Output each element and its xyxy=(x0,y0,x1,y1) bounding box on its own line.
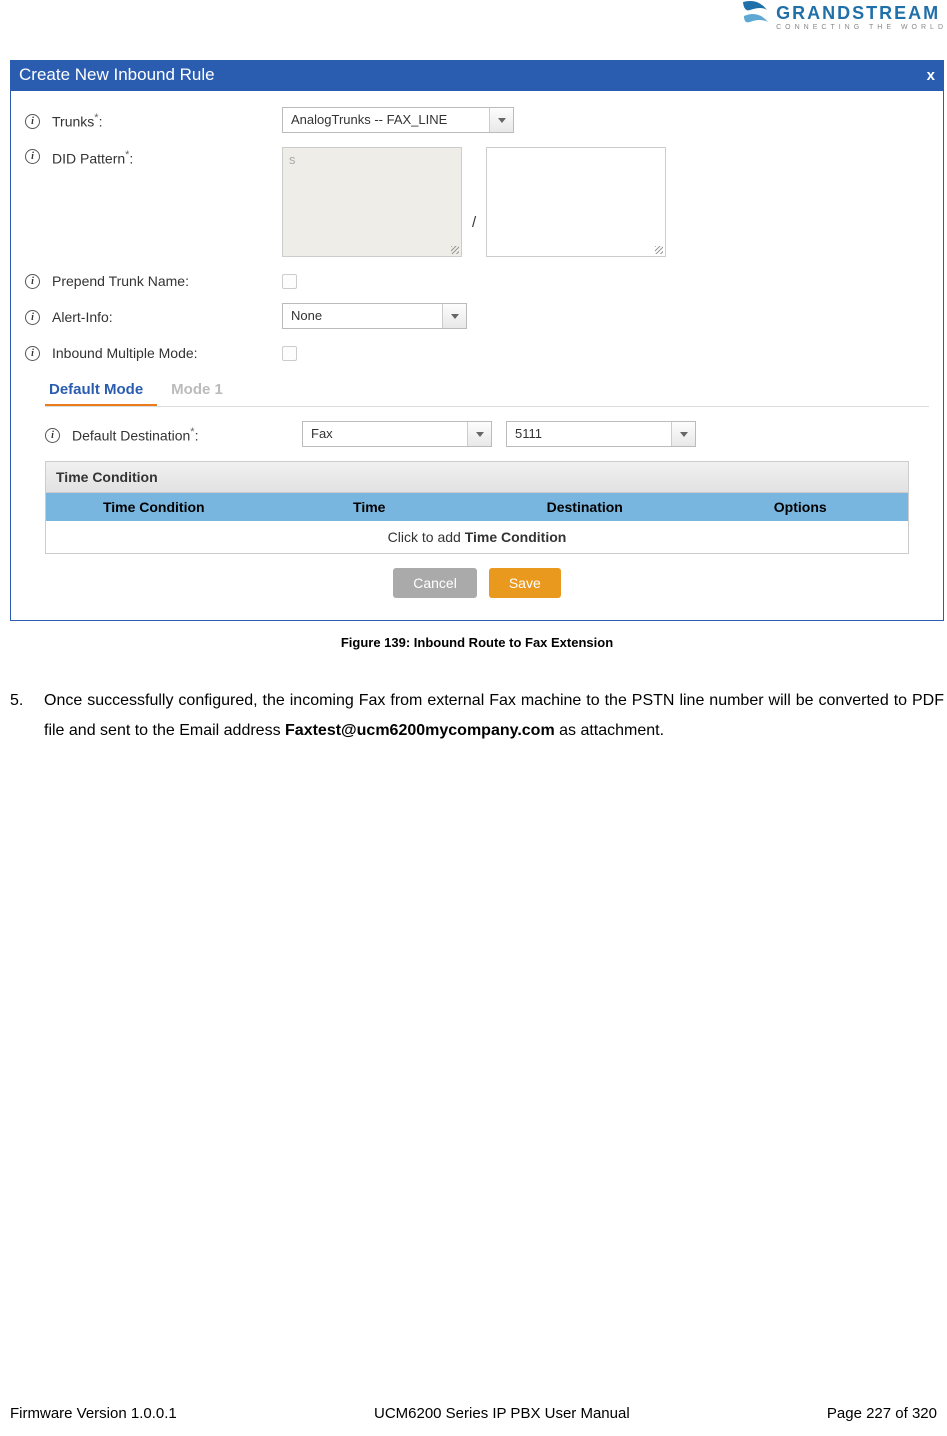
alert-info-select[interactable]: None xyxy=(282,303,467,329)
mode-tabs: Default Mode Mode 1 xyxy=(45,375,929,407)
info-icon[interactable]: i xyxy=(25,310,40,325)
step-5-paragraph: 5. Once successfully configured, the inc… xyxy=(10,686,944,745)
footer-firmware: Firmware Version 1.0.0.1 xyxy=(10,1405,177,1422)
destination-type-select[interactable]: Fax xyxy=(302,421,492,447)
col-time: Time xyxy=(262,499,478,515)
col-destination: Destination xyxy=(477,499,693,515)
time-condition-table: Time Condition Time Condition Time Desti… xyxy=(45,461,909,554)
info-icon[interactable]: i xyxy=(25,274,40,289)
multi-mode-checkbox[interactable] xyxy=(282,346,297,361)
alert-info-label: Alert-Info: xyxy=(52,307,282,325)
save-button[interactable]: Save xyxy=(489,568,561,598)
did-pattern-input-1[interactable]: s xyxy=(282,147,462,257)
resize-grip-icon[interactable] xyxy=(449,244,459,254)
figure-caption: Figure 139: Inbound Route to Fax Extensi… xyxy=(10,635,944,650)
chevron-down-icon xyxy=(671,422,695,446)
trunks-label: Trunks*: xyxy=(52,110,282,130)
did-pattern-label: DID Pattern*: xyxy=(52,147,282,167)
resize-grip-icon[interactable] xyxy=(653,244,663,254)
close-icon[interactable]: x xyxy=(927,67,935,84)
did-pattern-input-2[interactable] xyxy=(486,147,666,257)
create-inbound-rule-dialog: Create New Inbound Rule x i Trunks*: Ana… xyxy=(10,60,944,621)
time-condition-header: Time Condition xyxy=(46,462,908,493)
tab-mode-1[interactable]: Mode 1 xyxy=(167,375,237,406)
destination-number-select[interactable]: 5111 xyxy=(506,421,696,447)
trunks-select[interactable]: AnalogTrunks -- FAX_LINE xyxy=(282,107,514,133)
info-icon[interactable]: i xyxy=(25,114,40,129)
cancel-button[interactable]: Cancel xyxy=(393,568,477,598)
info-icon[interactable]: i xyxy=(25,346,40,361)
footer-page-number: Page 227 of 320 xyxy=(827,1405,937,1422)
email-address: Faxtest@ucm6200mycompany.com xyxy=(285,722,555,739)
logo-name: GRANDSTREAM xyxy=(776,4,947,22)
multi-mode-label: Inbound Multiple Mode: xyxy=(52,343,282,361)
default-destination-label: Default Destination*: xyxy=(72,424,302,444)
col-time-condition: Time Condition xyxy=(46,499,262,515)
prepend-checkbox[interactable] xyxy=(282,274,297,289)
logo-swoosh-icon xyxy=(740,0,770,34)
dialog-title: Create New Inbound Rule xyxy=(19,65,215,85)
logo-tagline: CONNECTING THE WORLD xyxy=(776,24,947,31)
info-icon[interactable]: i xyxy=(45,428,60,443)
time-condition-columns: Time Condition Time Destination Options xyxy=(46,493,908,521)
prepend-label: Prepend Trunk Name: xyxy=(52,271,282,289)
brand-logo: GRANDSTREAM CONNECTING THE WORLD xyxy=(740,0,947,34)
slash-separator: / xyxy=(462,214,486,231)
col-options: Options xyxy=(693,499,909,515)
page-footer: Firmware Version 1.0.0.1 UCM6200 Series … xyxy=(10,1405,937,1422)
footer-manual-title: UCM6200 Series IP PBX User Manual xyxy=(374,1405,630,1422)
chevron-down-icon xyxy=(467,422,491,446)
add-time-condition-button[interactable]: Click to add Time Condition xyxy=(46,521,908,553)
step-number: 5. xyxy=(10,686,44,745)
info-icon[interactable]: i xyxy=(25,149,40,164)
chevron-down-icon xyxy=(489,108,513,132)
chevron-down-icon xyxy=(442,304,466,328)
tab-default-mode[interactable]: Default Mode xyxy=(45,375,157,406)
